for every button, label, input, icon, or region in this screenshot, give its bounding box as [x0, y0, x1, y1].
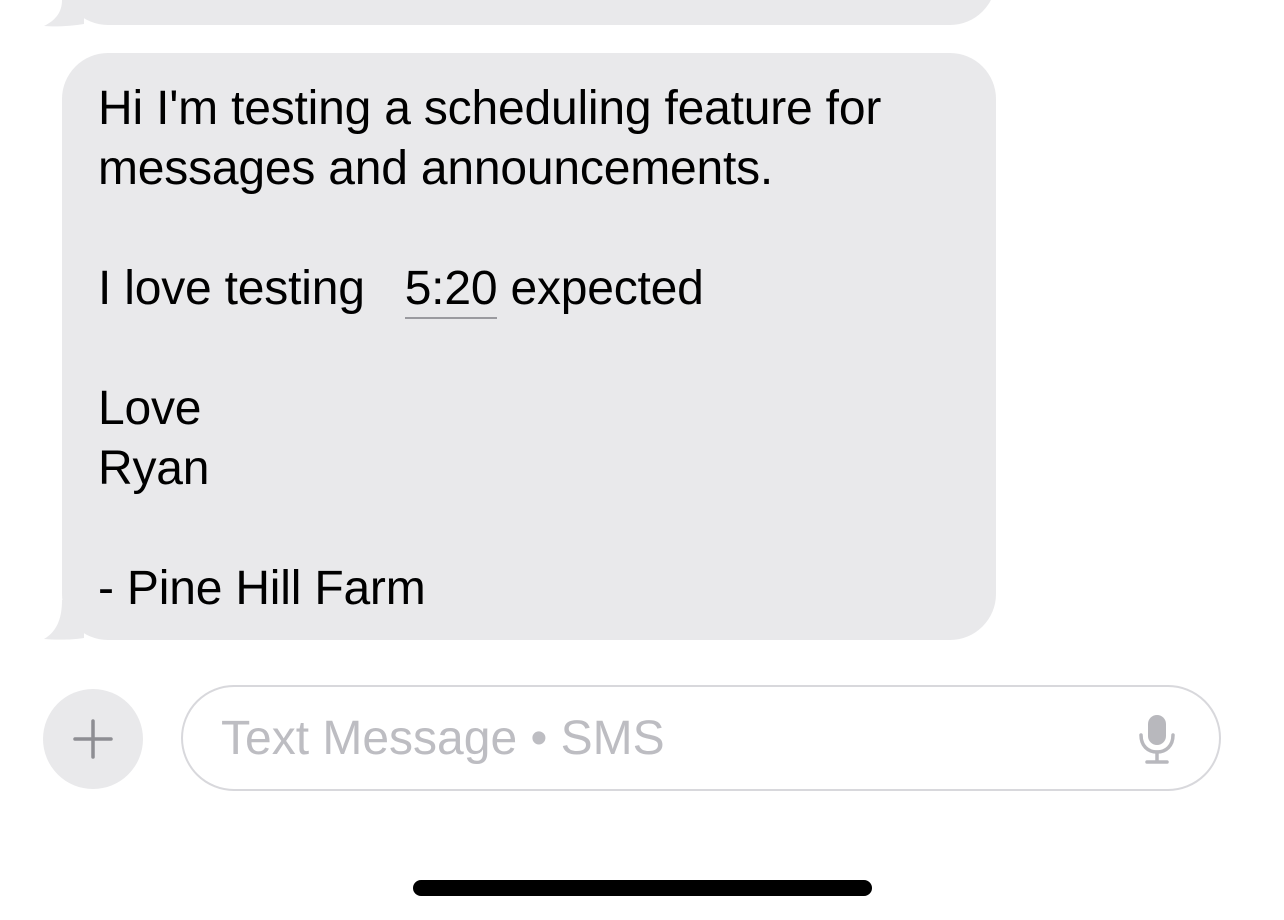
- plus-icon: [73, 719, 113, 759]
- microphone-icon[interactable]: [1137, 713, 1177, 765]
- previous-message-bubble[interactable]: [62, 0, 996, 25]
- message-text-segment: expected: [510, 262, 704, 315]
- messages-screen: Hi I'm testing a scheduling feature for …: [0, 0, 1284, 920]
- message-text-segment: I love testing: [98, 262, 365, 315]
- home-indicator[interactable]: [413, 880, 872, 896]
- incoming-message-bubble[interactable]: Hi I'm testing a scheduling feature for …: [62, 53, 996, 640]
- message-text-line: - Pine Hill Farm: [98, 562, 426, 615]
- message-text-line: Love: [98, 382, 202, 435]
- previous-bubble-tail: [44, 0, 84, 27]
- add-attachment-button[interactable]: [43, 689, 143, 789]
- message-compose-field[interactable]: [181, 685, 1221, 791]
- text-message-input[interactable]: [221, 687, 1121, 789]
- detected-time-link[interactable]: 5:20: [404, 262, 498, 319]
- message-bubble-tail: [44, 600, 84, 640]
- message-text-line: Ryan: [98, 442, 210, 495]
- message-text-line: I love testing 5:20 expected: [98, 259, 960, 319]
- message-text-line: Hi I'm testing a scheduling feature for: [98, 82, 882, 135]
- message-text-line: messages and announcements.: [98, 142, 774, 195]
